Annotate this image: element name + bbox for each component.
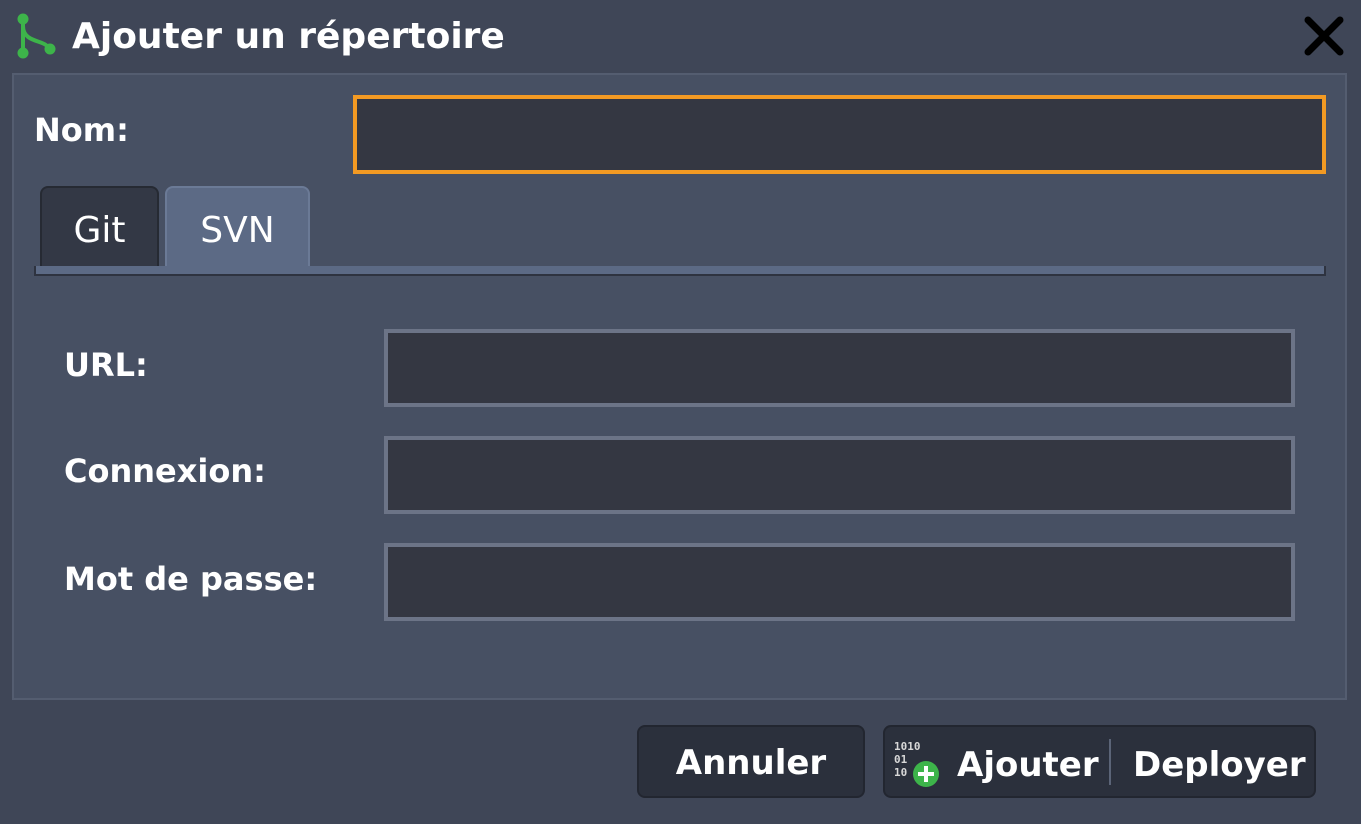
tab-svn[interactable]: SVN: [165, 186, 310, 268]
git-branch-icon: [14, 12, 58, 60]
tab-strip: [34, 266, 1326, 276]
svg-text:10: 10: [894, 766, 907, 779]
url-input[interactable]: [384, 329, 1295, 407]
url-label: URL:: [64, 346, 148, 384]
add-button-label: Ajouter: [957, 745, 1099, 785]
add-deploy-split-button: 1010 01 10 Ajouter Deployer: [883, 725, 1316, 798]
name-label: Nom:: [34, 111, 129, 149]
login-label: Connexion:: [64, 452, 266, 490]
dialog-title: Ajouter un répertoire: [72, 16, 505, 57]
close-icon[interactable]: [1300, 14, 1348, 58]
add-button[interactable]: 1010 01 10 Ajouter: [885, 727, 1107, 796]
cancel-button[interactable]: Annuler: [637, 725, 865, 798]
login-input[interactable]: [384, 436, 1295, 514]
name-input[interactable]: [353, 95, 1326, 174]
deploy-button-label: Deployer: [1133, 745, 1306, 785]
dialog-titlebar[interactable]: Ajouter un répertoire: [0, 0, 1361, 74]
svg-text:1010: 1010: [894, 740, 921, 753]
password-input[interactable]: [384, 543, 1295, 621]
split-button-divider: [1109, 739, 1111, 785]
tab-git[interactable]: Git: [40, 186, 159, 268]
binary-add-icon: 1010 01 10: [893, 737, 945, 789]
add-repository-dialog: Ajouter un répertoire Nom: Git SVN URL: …: [0, 0, 1361, 824]
password-label: Mot de passe:: [64, 560, 318, 598]
deploy-button[interactable]: Deployer: [1113, 727, 1314, 796]
svg-text:01: 01: [894, 753, 908, 766]
